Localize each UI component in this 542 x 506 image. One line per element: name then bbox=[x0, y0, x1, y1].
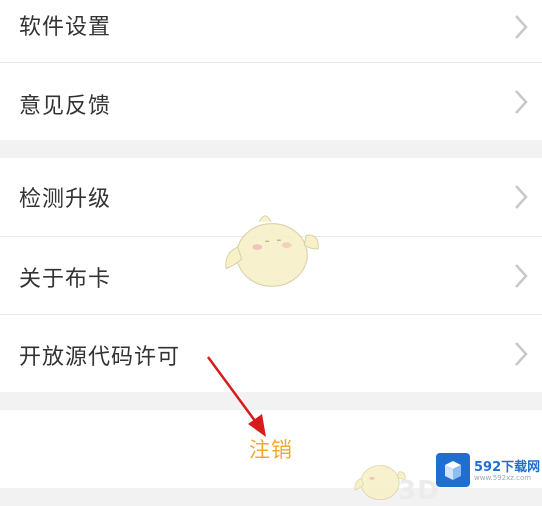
chevron-right-icon bbox=[515, 185, 528, 209]
menu-item-label: 关于布卡 bbox=[19, 267, 112, 292]
menu-item-label: 检测升级 bbox=[19, 187, 112, 212]
watermark-brand: 592下载网 bbox=[474, 460, 541, 475]
menu-item-software-settings[interactable]: 软件设置 bbox=[0, 0, 542, 62]
menu-item-label: 开放源代码许可 bbox=[19, 345, 181, 370]
chevron-right-icon bbox=[515, 342, 528, 366]
mascot-watermark-icon bbox=[225, 215, 319, 287]
watermark-url: www.592xz.com bbox=[474, 474, 532, 482]
watermark-logo-icon bbox=[436, 453, 470, 487]
menu-item-open-source-licenses[interactable]: 开放源代码许可 bbox=[0, 315, 542, 392]
menu-item-label: 软件设置 bbox=[19, 15, 112, 40]
chevron-right-icon bbox=[515, 264, 528, 288]
chevron-right-icon bbox=[515, 90, 528, 114]
logout-label: 注销 bbox=[249, 438, 293, 462]
chevron-right-icon bbox=[515, 15, 528, 39]
menu-item-label: 意见反馈 bbox=[19, 94, 112, 119]
watermark-ghost-text: 3D bbox=[398, 476, 440, 506]
menu-item-feedback[interactable]: 意见反馈 bbox=[0, 63, 542, 140]
